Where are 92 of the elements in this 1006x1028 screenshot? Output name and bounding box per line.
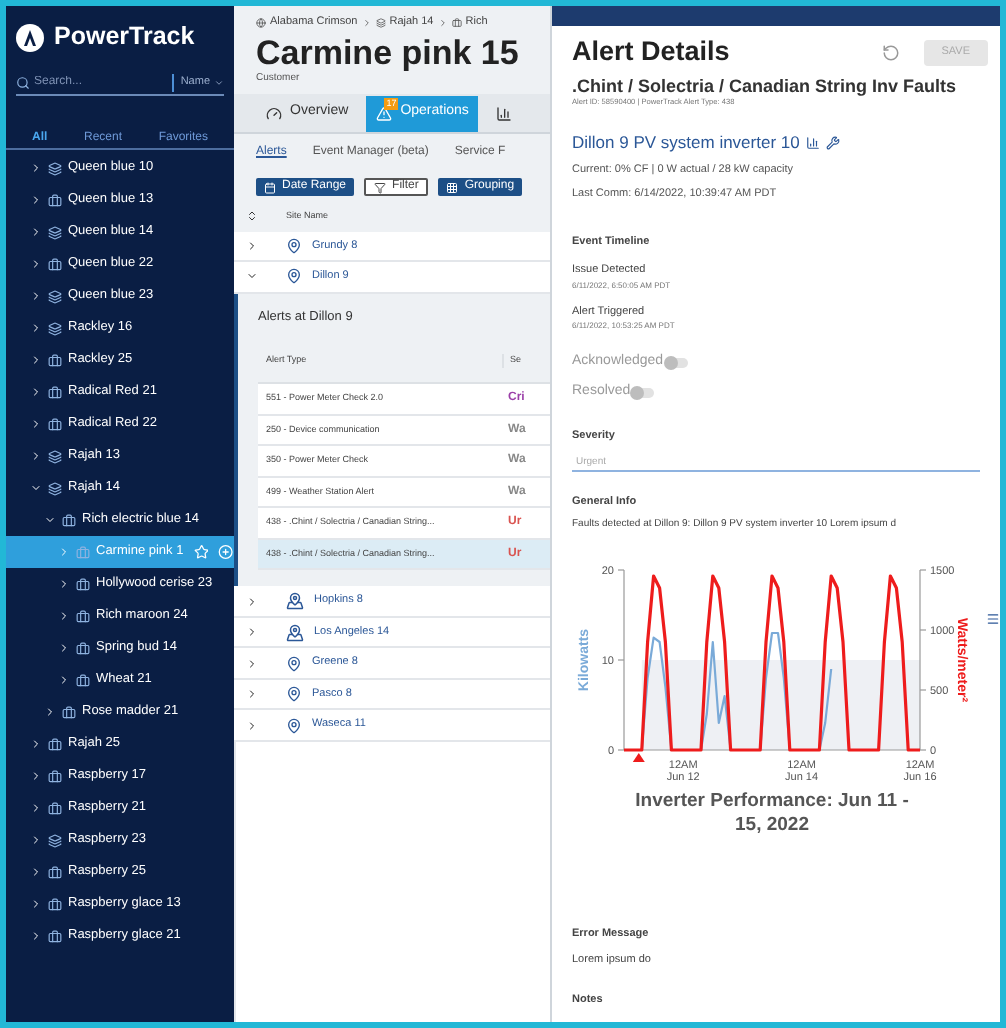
- chevron-right-icon[interactable]: [30, 450, 42, 462]
- chevron-right-icon[interactable]: [30, 802, 42, 814]
- warning-icon: [376, 105, 393, 121]
- star-icon[interactable]: [193, 544, 209, 560]
- menu-icon[interactable]: [986, 612, 1000, 626]
- layers-icon: [48, 161, 62, 175]
- page-title: Carmine pink 15: [254, 36, 521, 72]
- chevron-down-icon[interactable]: [246, 270, 258, 283]
- briefcase-icon: [48, 257, 62, 271]
- app-logo: PowerTrack: [54, 20, 195, 55]
- search-icon: [16, 76, 30, 90]
- briefcase-icon: [48, 193, 62, 207]
- chevron-right-icon[interactable]: [58, 578, 70, 590]
- briefcase-icon: [48, 385, 62, 399]
- briefcase-icon: [451, 18, 462, 28]
- gauge-icon: [266, 105, 282, 121]
- chevron-right-icon[interactable]: [30, 386, 42, 398]
- briefcase-icon: [62, 513, 76, 527]
- map-pin-icon: [286, 717, 302, 733]
- chevron-right-icon[interactable]: [30, 930, 42, 942]
- breadcrumb-separator-icon: [361, 18, 372, 28]
- chevron-right-icon[interactable]: [30, 354, 42, 366]
- chevron-right-icon[interactable]: [246, 657, 258, 669]
- chevron-right-icon[interactable]: [30, 290, 42, 302]
- layers-icon: [48, 225, 62, 239]
- caret-icon: [214, 78, 224, 88]
- briefcase-icon: [48, 929, 62, 943]
- event-marker-icon: [631, 752, 644, 762]
- briefcase-icon: [48, 801, 62, 815]
- chevron-right-icon[interactable]: [58, 610, 70, 622]
- device-link[interactable]: Dillon 9 PV system inverter 10: [572, 129, 800, 156]
- logo-icon: [16, 23, 44, 51]
- map-pin-icon: [286, 686, 302, 702]
- chevron-right-icon[interactable]: [30, 258, 42, 270]
- chevron-right-icon[interactable]: [246, 595, 258, 607]
- layers-icon: [48, 449, 62, 463]
- briefcase-icon: [76, 609, 90, 623]
- chevron-right-icon[interactable]: [30, 866, 42, 878]
- briefcase-icon: [76, 673, 90, 687]
- briefcase-icon: [76, 577, 90, 591]
- chevron-right-icon[interactable]: [246, 688, 258, 700]
- briefcase-icon: [48, 769, 62, 783]
- briefcase-icon: [62, 705, 76, 719]
- chevron-down-icon[interactable]: [30, 482, 42, 494]
- map-pins-icon: [286, 623, 304, 641]
- chevron-right-icon[interactable]: [30, 162, 42, 174]
- chevron-right-icon[interactable]: [58, 674, 70, 686]
- layers-icon: [48, 321, 62, 335]
- chevron-right-icon[interactable]: [30, 738, 42, 750]
- chevron-right-icon[interactable]: [44, 706, 56, 718]
- chevron-down-icon[interactable]: [44, 514, 56, 526]
- briefcase-icon: [48, 897, 62, 911]
- chevron-right-icon[interactable]: [30, 322, 42, 334]
- toggle-switch[interactable]: [665, 357, 688, 368]
- breadcrumb-separator-icon: [437, 18, 448, 28]
- chevron-right-icon[interactable]: [58, 642, 70, 654]
- bar-chart-icon: [496, 105, 513, 121]
- map-pin-icon: [286, 655, 302, 671]
- grid-icon: [446, 181, 459, 193]
- chevron-right-icon[interactable]: [30, 194, 42, 206]
- undo-icon[interactable]: [881, 43, 900, 62]
- wrench-icon[interactable]: [825, 135, 840, 150]
- map-pins-icon: [286, 592, 304, 610]
- chevron-right-icon[interactable]: [246, 719, 258, 731]
- briefcase-icon: [76, 641, 90, 655]
- briefcase-icon: [48, 353, 62, 367]
- layers-icon: [48, 833, 62, 847]
- map-pin-icon: [286, 268, 302, 285]
- globe-icon: [256, 18, 266, 28]
- chevron-right-icon[interactable]: [246, 239, 258, 252]
- alert-name: .Chint / Solectria / Canadian String Inv Faults: [572, 74, 957, 98]
- briefcase-icon: [76, 545, 90, 559]
- add-icon[interactable]: [218, 544, 234, 560]
- chevron-right-icon[interactable]: [30, 418, 42, 430]
- toggle-switch[interactable]: [632, 388, 655, 399]
- chevron-right-icon[interactable]: [30, 898, 42, 910]
- layers-icon: [375, 18, 386, 28]
- briefcase-icon: [48, 865, 62, 879]
- bar-chart-icon[interactable]: [805, 135, 820, 150]
- map-pin-icon: [286, 237, 302, 254]
- layers-icon: [48, 481, 62, 495]
- chart-title: Inverter Performance: Jun 11 - 15, 2022: [633, 789, 911, 838]
- chevron-right-icon[interactable]: [246, 626, 258, 638]
- chevron-right-icon[interactable]: [30, 226, 42, 238]
- briefcase-icon: [48, 737, 62, 751]
- filter-icon: [374, 181, 387, 193]
- chevron-right-icon[interactable]: [30, 770, 42, 782]
- briefcase-icon: [48, 417, 62, 431]
- chevron-right-icon[interactable]: [30, 834, 42, 846]
- layers-icon: [48, 289, 62, 303]
- panel-title: Alert Details: [572, 34, 730, 70]
- calendar-icon: [264, 181, 276, 193]
